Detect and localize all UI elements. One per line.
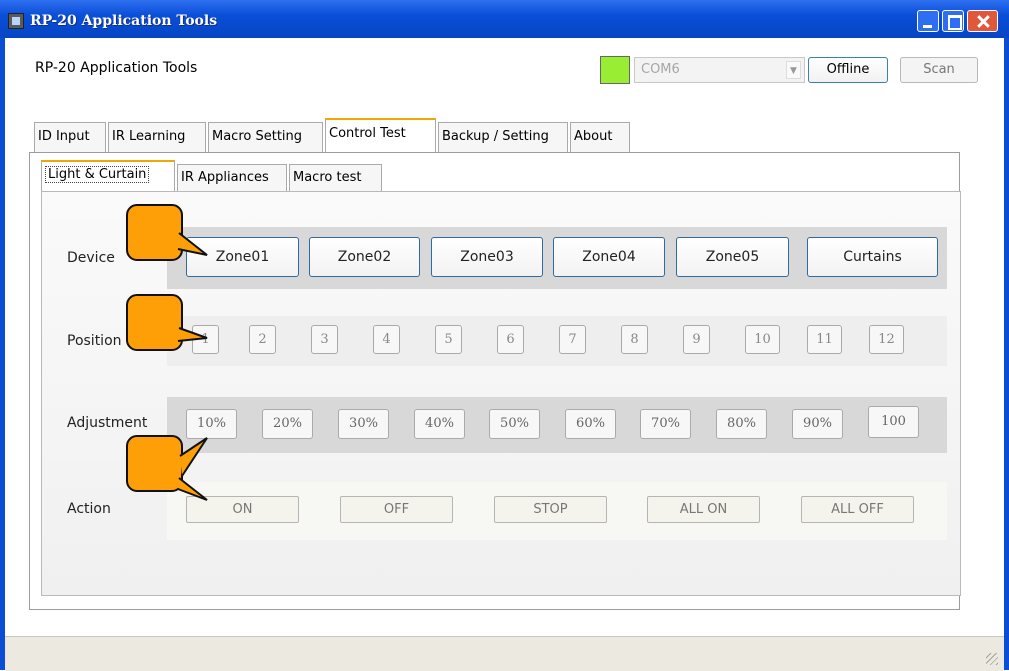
position-button-8[interactable]: 8 — [621, 325, 648, 354]
tab-ir-learning[interactable]: IR Learning — [108, 122, 206, 152]
status-bar — [5, 636, 1004, 671]
position-button-7[interactable]: 7 — [559, 325, 586, 354]
position-button-5[interactable]: 5 — [435, 325, 462, 354]
device-button-zone04[interactable]: Zone04 — [553, 237, 665, 277]
position-button-10[interactable]: 10 — [745, 325, 780, 354]
tab-macro-setting[interactable]: Macro Setting — [208, 122, 323, 152]
offline-button[interactable]: Offline — [808, 57, 888, 83]
action-button-on[interactable]: ON — [186, 496, 299, 523]
tab-control-test[interactable]: Control Test — [325, 118, 436, 153]
com-port-select[interactable]: COM6 ▼ — [634, 57, 805, 83]
window-frame-right — [1004, 38, 1009, 670]
position-button-2[interactable]: 2 — [249, 325, 276, 354]
close-button[interactable] — [967, 10, 998, 32]
action-button-off[interactable]: OFF — [340, 496, 453, 523]
com-port-value: COM6 — [641, 62, 680, 77]
position-button-3[interactable]: 3 — [311, 325, 338, 354]
connection-status-indicator — [600, 56, 630, 84]
action-button-all-on[interactable]: ALL ON — [647, 496, 760, 523]
adjustment-button-20[interactable]: 20% — [262, 409, 313, 439]
window-title: RP-20 Application Tools — [30, 13, 218, 29]
action-label: Action — [67, 501, 111, 517]
position-button-1[interactable]: 1 — [192, 325, 219, 354]
resize-grip-icon[interactable] — [986, 653, 998, 665]
adjustment-button-50[interactable]: 50% — [489, 409, 540, 439]
chevron-down-icon[interactable]: ▼ — [786, 61, 801, 79]
adjustment-button-90[interactable]: 90% — [792, 409, 843, 439]
device-label: Device — [67, 250, 115, 266]
adjustment-button-100[interactable]: 100 — [868, 406, 919, 438]
tab-light-curtain[interactable]: Light & Curtain — [41, 160, 175, 192]
adjustment-button-30[interactable]: 30% — [338, 409, 389, 439]
adjustment-button-10[interactable]: 10% — [186, 409, 237, 439]
tab-id-input[interactable]: ID Input — [34, 122, 106, 152]
maximize-button[interactable] — [942, 10, 964, 32]
adjustment-button-40[interactable]: 40% — [414, 409, 465, 439]
title-bar: RP-20 Application Tools — [0, 0, 1009, 38]
tab-ir-appliances[interactable]: IR Appliances — [177, 164, 287, 191]
minimize-button[interactable] — [917, 10, 939, 32]
device-button-zone05[interactable]: Zone05 — [676, 237, 789, 277]
action-button-stop[interactable]: STOP — [494, 496, 607, 523]
position-button-4[interactable]: 4 — [373, 325, 400, 354]
adjustment-button-70[interactable]: 70% — [640, 409, 691, 439]
scan-button[interactable]: Scan — [900, 57, 978, 83]
app-label: RP-20 Application Tools — [35, 60, 198, 76]
device-button-curtains[interactable]: Curtains — [807, 237, 938, 277]
tab-light-curtain-label: Light & Curtain — [45, 166, 150, 183]
position-label: Position — [67, 333, 122, 349]
adjustment-button-80[interactable]: 80% — [716, 409, 767, 439]
action-button-all-off[interactable]: ALL OFF — [801, 496, 914, 523]
adjustment-label: Adjustment — [67, 415, 148, 431]
adjustment-button-60[interactable]: 60% — [565, 409, 616, 439]
position-button-12[interactable]: 12 — [869, 325, 904, 354]
position-button-9[interactable]: 9 — [683, 325, 710, 354]
app-icon[interactable] — [8, 13, 24, 29]
tab-about[interactable]: About — [570, 122, 630, 152]
device-button-zone01[interactable]: Zone01 — [186, 237, 299, 277]
position-button-11[interactable]: 11 — [807, 325, 842, 354]
position-button-6[interactable]: 6 — [497, 325, 524, 354]
device-button-zone02[interactable]: Zone02 — [309, 237, 420, 277]
tab-macro-test[interactable]: Macro test — [289, 164, 382, 191]
device-button-zone03[interactable]: Zone03 — [431, 237, 543, 277]
tab-backup-setting[interactable]: Backup / Setting — [438, 122, 568, 152]
